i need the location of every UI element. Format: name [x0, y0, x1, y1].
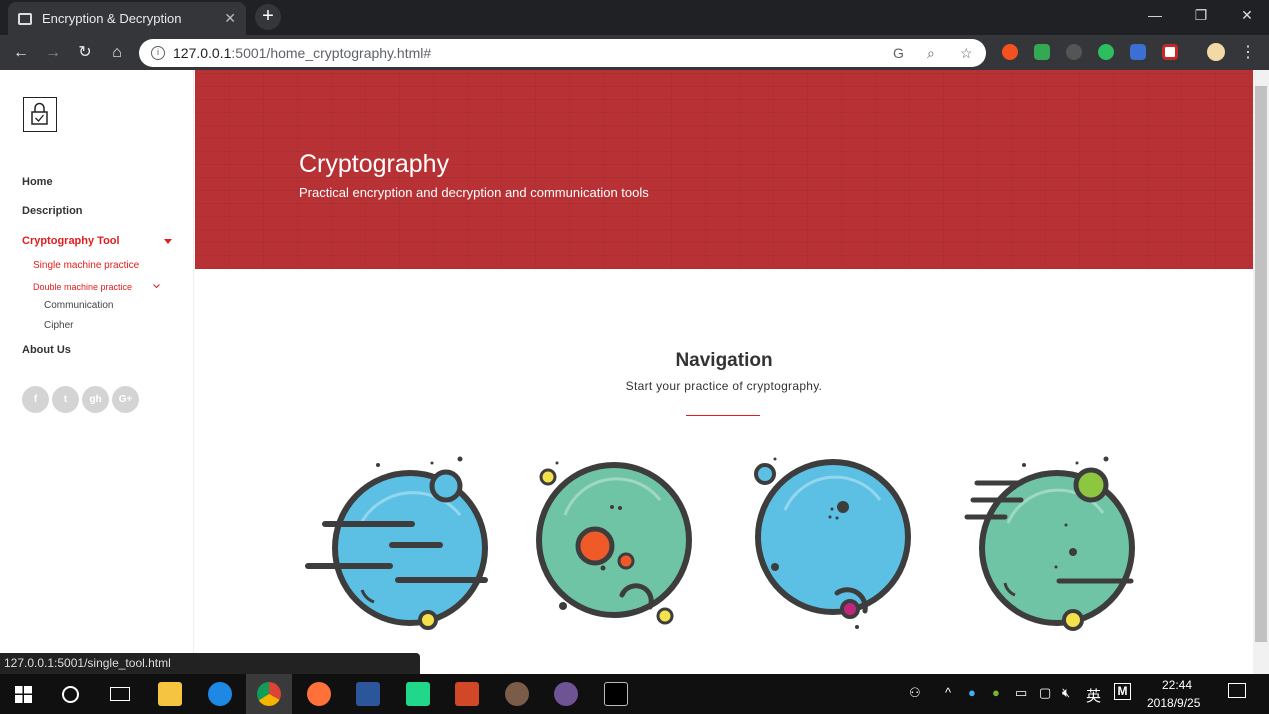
translate-icon[interactable]: G [893, 45, 904, 61]
close-window-button[interactable]: ✕ [1224, 0, 1269, 30]
extension-icon[interactable] [1130, 44, 1146, 60]
windows-taskbar: ⚇ ^ ● ● ▭ ▢ 🔇︎ 英 M 22:44 2018/9/25 [0, 674, 1269, 714]
hero-banner: Cryptography Practical encryption and de… [195, 70, 1253, 269]
planet-green-icon[interactable] [530, 455, 710, 635]
planet-blue-icon[interactable] [745, 455, 925, 635]
shield-extension-icon[interactable] [1034, 44, 1050, 60]
close-tab-icon[interactable]: ✕ [224, 10, 236, 27]
planet-blue-lines-icon[interactable] [300, 455, 495, 635]
section-divider [686, 415, 760, 416]
ime-indicator[interactable]: 英 [1086, 685, 1101, 706]
bookmark-star-icon[interactable]: ☆ [960, 45, 973, 62]
edge-icon[interactable] [208, 682, 232, 706]
nav-about-us[interactable]: About Us [22, 344, 71, 356]
ime-mode-icon[interactable]: M [1114, 683, 1131, 700]
new-tab-button[interactable]: + [255, 4, 281, 30]
extension-icon[interactable] [1002, 44, 1018, 60]
nav-home[interactable]: Home [22, 176, 53, 188]
twitter-icon[interactable]: t [52, 386, 79, 413]
hero-subtitle: Practical encryption and decryption and … [299, 185, 649, 200]
menu-icon[interactable]: ⋮ [1236, 41, 1260, 65]
notification-icon[interactable] [1228, 683, 1246, 698]
info-icon[interactable]: i [151, 46, 165, 60]
tab-title: Encryption & Decryption [42, 11, 182, 26]
profile-avatar[interactable] [1207, 43, 1225, 61]
url-path: :5001/home_cryptography.html# [231, 45, 432, 61]
task-view-icon[interactable] [110, 687, 130, 701]
restore-button[interactable]: ❐ [1178, 0, 1224, 30]
caret-down-icon[interactable] [164, 239, 172, 245]
tray-expand-icon[interactable]: ^ [945, 685, 951, 700]
terminal-icon[interactable] [604, 682, 628, 706]
tray-app-icon[interactable]: ● [968, 685, 976, 700]
nav-cipher[interactable]: Cipher [44, 320, 73, 331]
github-desktop-icon[interactable] [554, 682, 578, 706]
home-icon[interactable]: ⌂ [105, 41, 129, 65]
nav-cryptography-tool[interactable]: Cryptography Tool [22, 235, 120, 247]
navigation-title: Navigation [675, 350, 773, 371]
powerpoint-icon[interactable] [455, 682, 479, 706]
nav-double-machine-practice[interactable]: Double machine practice [33, 282, 132, 292]
scrollbar[interactable] [1253, 70, 1269, 674]
pycharm-icon[interactable] [406, 682, 430, 706]
facebook-icon[interactable]: f [22, 386, 49, 413]
google-plus-icon[interactable]: G+ [112, 386, 139, 413]
file-explorer-icon[interactable] [158, 682, 182, 706]
back-icon[interactable]: ← [9, 41, 33, 65]
reload-icon[interactable]: ↻ [73, 41, 97, 65]
evernote-icon[interactable] [1098, 44, 1114, 60]
chevron-down-icon[interactable] [153, 284, 160, 289]
browser-toolbar: ← → ↻ ⌂ i 127.0.0.1:5001/home_cryptograp… [0, 35, 1269, 70]
github-icon[interactable]: gh [82, 386, 109, 413]
nav-single-machine-practice[interactable]: Single machine practice [33, 260, 139, 271]
forward-icon[interactable]: → [41, 41, 65, 65]
volume-muted-icon[interactable]: 🔇︎ [1062, 685, 1070, 701]
lock-logo-icon[interactable] [23, 97, 57, 132]
search-circle-icon[interactable] [62, 686, 79, 703]
user-app-icon[interactable] [505, 682, 529, 706]
extension-icon[interactable] [1162, 44, 1178, 60]
sidebar: Home Description Cryptography Tool Singl… [0, 70, 194, 674]
word-icon[interactable] [356, 682, 380, 706]
url-host: 127.0.0.1 [173, 45, 232, 61]
windows-start-icon[interactable] [15, 686, 32, 703]
zoom-icon[interactable]: ⌕ [927, 45, 935, 62]
hero-title: Cryptography [299, 150, 450, 178]
nav-description[interactable]: Description [22, 205, 83, 217]
clock-time[interactable]: 22:44 [1162, 678, 1192, 692]
browser-tab[interactable]: Encryption & Decryption ✕ [8, 2, 246, 35]
address-bar[interactable]: i 127.0.0.1:5001/home_cryptography.html#… [139, 39, 986, 67]
clock-date[interactable]: 2018/9/25 [1147, 696, 1200, 710]
network-icon[interactable]: ▢ [1039, 685, 1051, 701]
people-icon[interactable]: ⚇ [909, 685, 921, 701]
firefox-icon[interactable] [307, 682, 331, 706]
status-url: 127.0.0.1:5001/single_tool.html [0, 653, 420, 674]
navigation-subtitle: Start your practice of cryptography. [625, 379, 823, 393]
nav-communication[interactable]: Communication [44, 300, 113, 311]
wechat-icon[interactable]: ● [992, 685, 1000, 700]
chrome-icon[interactable] [257, 682, 281, 706]
battery-icon[interactable]: ▭ [1015, 685, 1027, 701]
planet-green-lines-icon[interactable] [963, 455, 1143, 635]
scrollbar-thumb[interactable] [1255, 86, 1267, 642]
page-icon [18, 12, 32, 25]
extension-icon[interactable] [1066, 44, 1082, 60]
browser-tab-strip: Encryption & Decryption ✕ + — ❐ ✕ [0, 0, 1269, 35]
minimize-button[interactable]: — [1132, 0, 1178, 30]
